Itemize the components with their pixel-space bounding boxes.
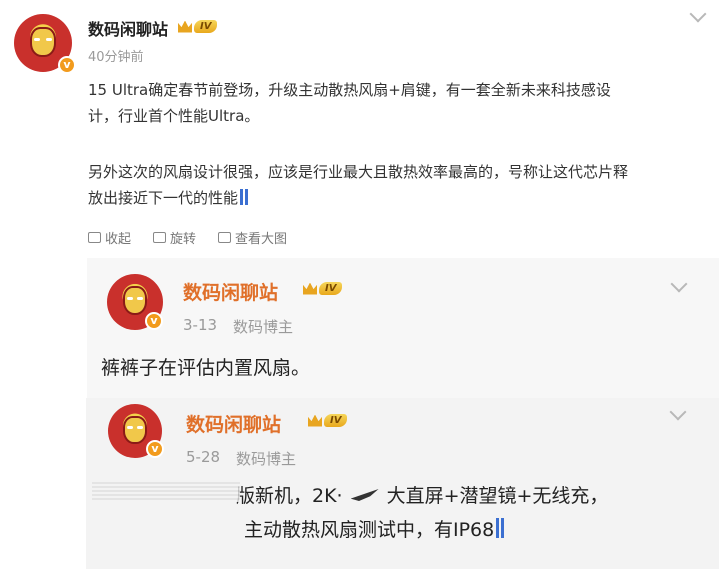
verified-badge-icon: v (58, 56, 76, 74)
view-large-button[interactable]: 查看大图 (218, 228, 287, 247)
repost-role: 数码博主 (233, 318, 294, 336)
crown-icon (178, 20, 192, 33)
image-actions: 收起 旋转 查看大图 (88, 228, 287, 247)
author-name[interactable]: 数码闲聊站 (88, 16, 168, 40)
collapse-icon (88, 232, 101, 243)
rotate-button[interactable]: 旋转 (153, 228, 196, 247)
crown-icon (308, 414, 322, 427)
quote-level-badge: IV (308, 414, 348, 427)
emoji-icon (240, 189, 249, 205)
quote-author-name[interactable]: 数码闲聊站 (186, 410, 281, 437)
emoji-icon (496, 518, 505, 538)
repost-text: 裤裤子在评估内置风扇。 (101, 357, 311, 379)
quote-text-line-1: 版新机，2K· 大直屏+潜望镜+无线充， (236, 485, 609, 507)
post-text-line-1: 15 Ultra确定春节前登场，升级主动散热风扇+肩键，有一套全新未来科技感设 (88, 81, 611, 99)
blurred-text-region (92, 482, 240, 502)
rotate-icon (153, 232, 167, 243)
collect-button[interactable]: 收起 (88, 228, 131, 247)
main-post: v 数码闲聊站 IV 40分钟前 15 Ultra确定春节前登场，升级主动散热风… (0, 0, 719, 215)
redaction-mark-icon (350, 489, 379, 501)
repost-verified-badge-icon: v (145, 312, 163, 330)
level-badge: IV (178, 20, 218, 33)
quote-date: 5-28 (186, 448, 221, 466)
image-icon (218, 232, 232, 243)
post-text-line-2: 计，行业首个性能Ultra。 (88, 107, 260, 125)
post-text-line-3: 另外这次的风扇设计很强，应该是行业最大且散热效率最高的，号称让这代芯片释 (88, 163, 629, 181)
quote-verified-badge-icon: v (146, 440, 164, 458)
quote-text-line-2: 主动散热风扇测试中，有IP68 (244, 516, 505, 544)
crown-icon (303, 282, 317, 295)
post-text-line-4-wrap: 放出接近下一代的性能 (88, 186, 249, 210)
repost-date: 3-13 (183, 316, 218, 334)
repost-author-name[interactable]: 数码闲聊站 (183, 278, 278, 305)
post-text-line-4: 放出接近下一代的性能 (88, 189, 239, 207)
chevron-down-icon[interactable] (689, 5, 707, 23)
post-time: 40分钟前 (88, 50, 144, 65)
repost-chevron-down-icon[interactable] (670, 275, 688, 293)
repost-level-badge: IV (303, 282, 343, 295)
quote-role: 数码博主 (236, 450, 297, 468)
quote-chevron-down-icon[interactable] (669, 403, 687, 421)
